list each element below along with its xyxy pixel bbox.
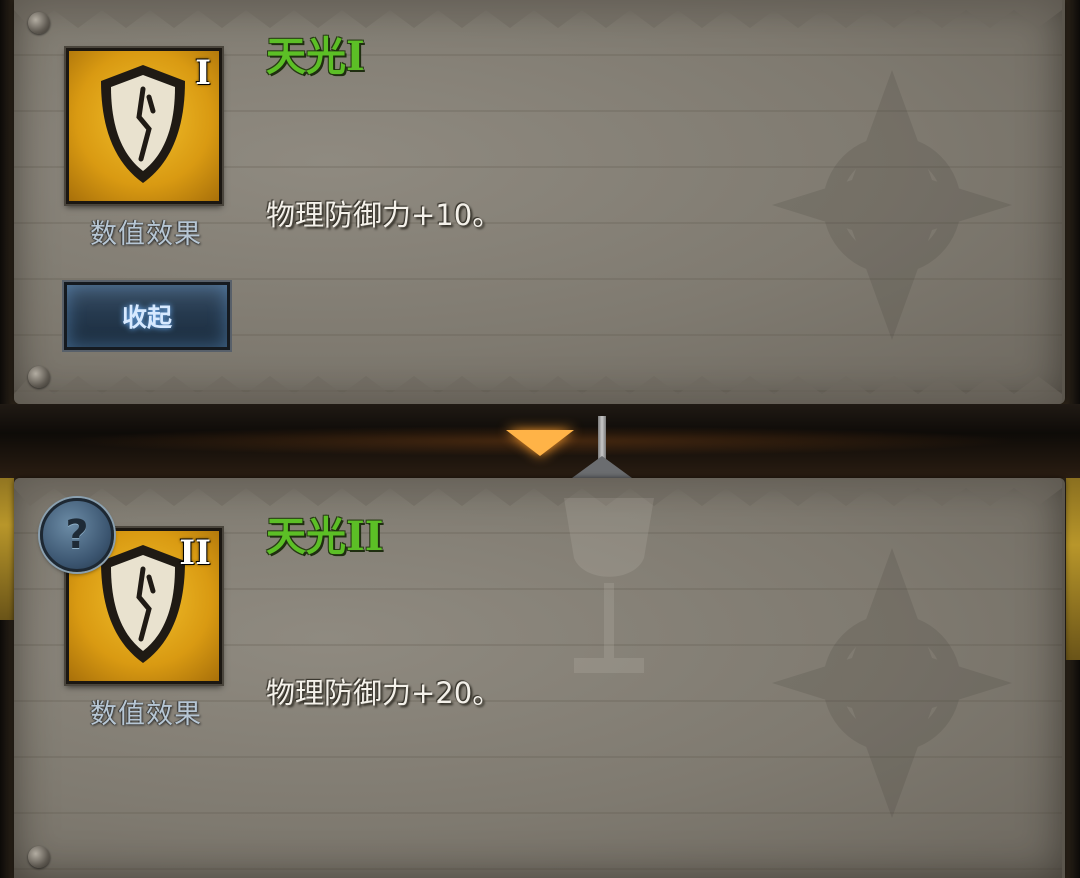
cross-watermark-icon	[772, 548, 1012, 818]
tier-2-panel: II ? 数值效果 天光II 物理防御力+20。	[14, 478, 1065, 878]
chevron-down-icon[interactable]	[506, 430, 574, 456]
skill-name-text: 天光	[266, 513, 346, 560]
zigzag-border	[14, 376, 1062, 404]
zigzag-border	[14, 0, 1062, 28]
skill-description: 物理防御力+10。	[266, 198, 502, 232]
skill-description: 物理防御力+20。	[266, 676, 502, 710]
collapse-button[interactable]: 收起	[64, 282, 230, 350]
skill-name-roman: II	[346, 513, 384, 560]
question-icon: ?	[65, 512, 89, 558]
divider-marker	[572, 456, 632, 478]
shield-icon	[101, 65, 185, 183]
tier-roman-numeral: I	[195, 53, 211, 93]
cross-watermark-icon	[772, 70, 1012, 340]
rivet	[28, 846, 50, 868]
skill-name-text: 天光	[266, 33, 346, 80]
shield-icon	[101, 545, 185, 663]
tier-roman-numeral: II	[179, 533, 211, 573]
tier-1-panel: I 数值效果 天光I 物理防御力+10。 收起	[14, 0, 1065, 404]
skill-name: 天光I	[266, 24, 365, 82]
skill-name: 天光II	[266, 504, 383, 562]
chalice-watermark-icon	[564, 498, 654, 673]
help-button[interactable]: ?	[40, 498, 114, 572]
tier-divider	[0, 404, 1080, 478]
tier-1-skill-icon[interactable]: I	[66, 48, 222, 204]
skill-name-roman: I	[346, 33, 365, 80]
icon-caption: 数值效果	[90, 219, 202, 250]
rivet	[28, 12, 50, 34]
rivet	[28, 366, 50, 388]
icon-caption: 数值效果	[90, 699, 202, 730]
